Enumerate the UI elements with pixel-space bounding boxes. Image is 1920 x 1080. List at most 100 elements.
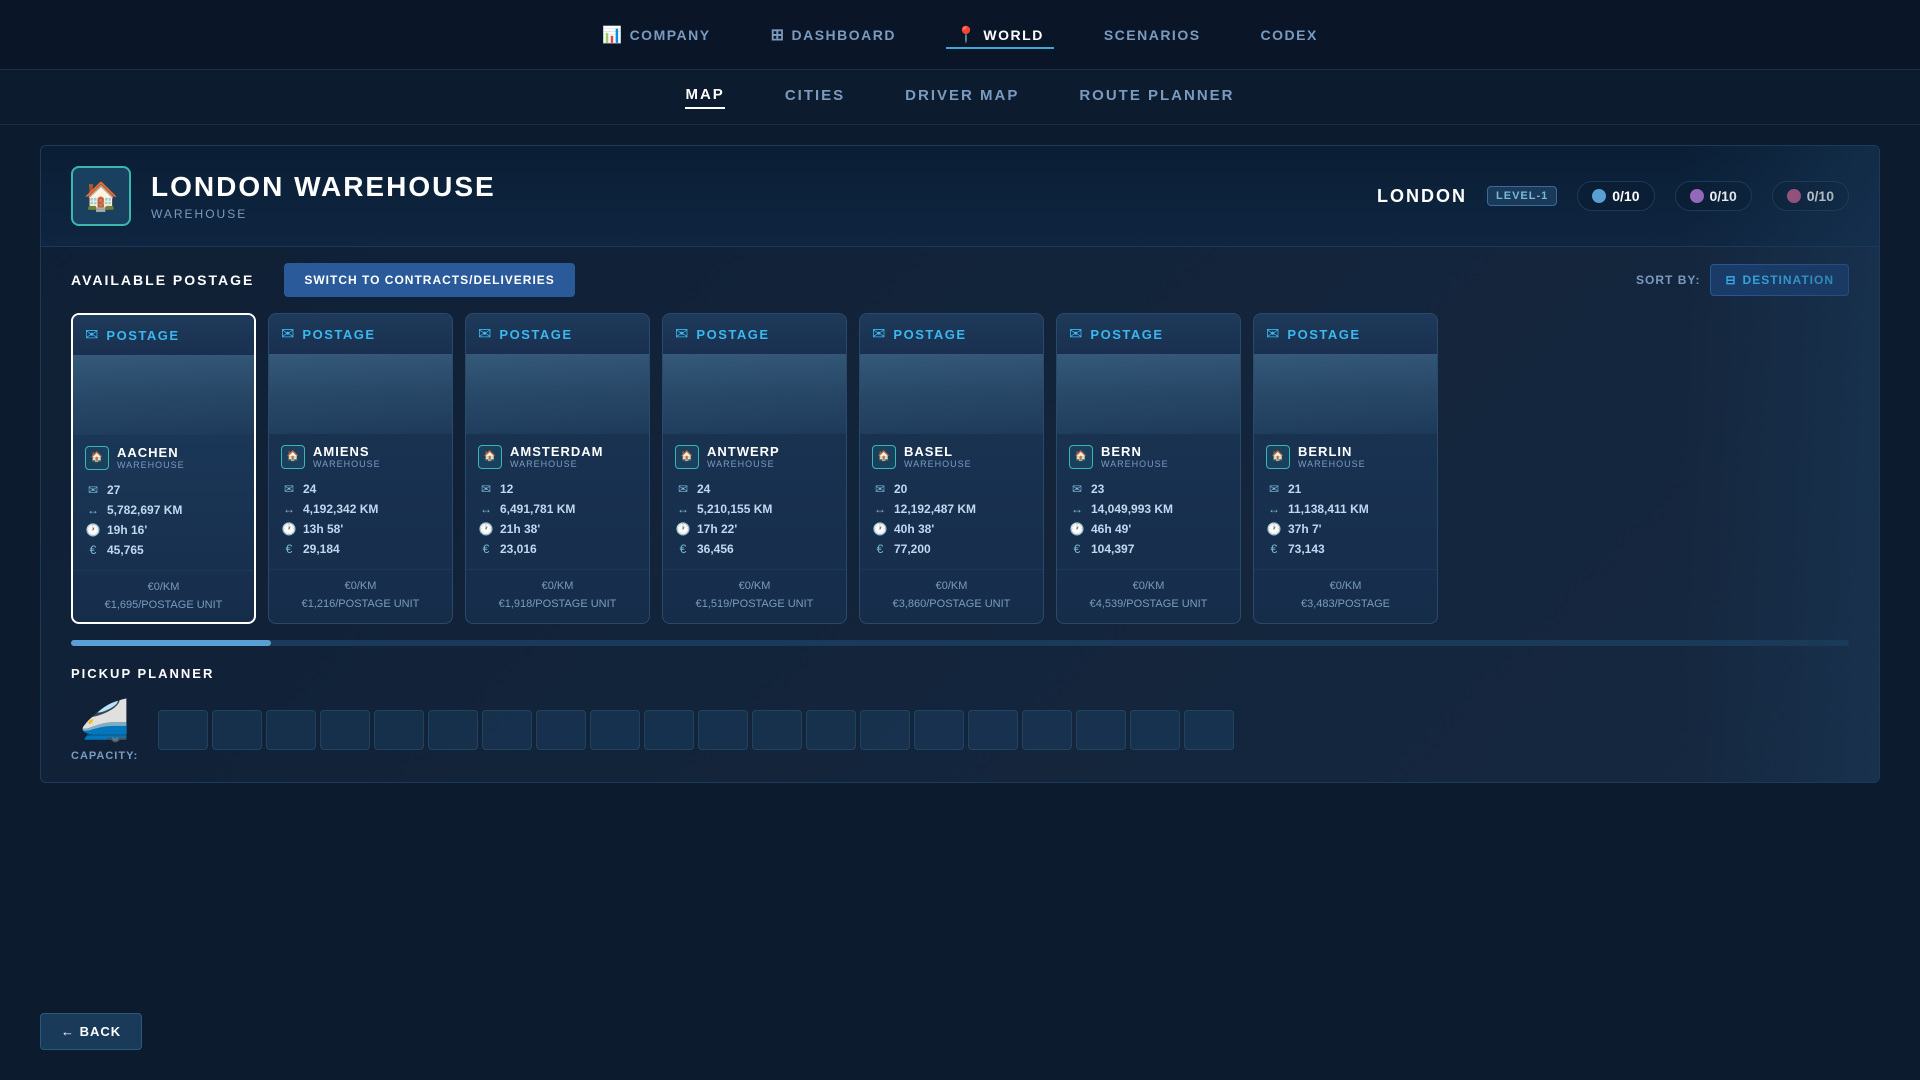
capacity-slot[interactable]: [158, 710, 208, 750]
rate-unit: €1,519/POSTAGE UNIT: [675, 596, 834, 614]
currency-icon: €: [478, 542, 494, 556]
switch-contracts-button[interactable]: SWITCH TO CONTRACTS/DELIVERIES: [284, 263, 574, 297]
card-image-inner: [1254, 354, 1437, 434]
currency-icon: €: [281, 542, 297, 556]
capacity-slot[interactable]: [860, 710, 910, 750]
mail-count: 21: [1288, 482, 1301, 496]
capacity-slot[interactable]: [644, 710, 694, 750]
capacity-slot[interactable]: [698, 710, 748, 750]
rate-km: €0/KM: [675, 578, 834, 596]
distance-value: 6,491,781 KM: [500, 502, 575, 516]
capacity-slot[interactable]: [968, 710, 1018, 750]
capacity-slot[interactable]: [482, 710, 532, 750]
postage-icon: ✉: [281, 324, 294, 344]
blue-dot: [1592, 189, 1606, 203]
mail-count: 23: [1091, 482, 1104, 496]
capacity-slot[interactable]: [1076, 710, 1126, 750]
capacity-slot[interactable]: [752, 710, 802, 750]
nav-codex[interactable]: CODEX: [1251, 23, 1328, 47]
rate-km: €0/KM: [1266, 578, 1425, 596]
card-destination: 🏠 AMSTERDAM WAREHOUSE: [466, 434, 649, 475]
capacity-slot[interactable]: [266, 710, 316, 750]
card-pricing: €0/KM €3,860/POSTAGE UNIT: [860, 569, 1043, 621]
rate-unit: €3,483/POSTAGE: [1266, 596, 1425, 614]
scroll-thumb: [71, 640, 271, 646]
card-image: [1254, 354, 1437, 434]
mail-icon: ✉: [675, 482, 691, 496]
dest-name: BASEL: [904, 444, 972, 459]
time-icon: 🕐: [281, 522, 297, 536]
rate-unit: €3,860/POSTAGE UNIT: [872, 596, 1031, 614]
capacity-slot[interactable]: [1130, 710, 1180, 750]
card-header-title: POSTAGE: [893, 327, 966, 342]
capacity-slot[interactable]: [536, 710, 586, 750]
dest-sub: WAREHOUSE: [904, 459, 972, 469]
stat-row-distance: ↔ 6,491,781 KM: [478, 499, 637, 519]
postage-card[interactable]: ✉ POSTAGE 🏠 BERN WAREHOUSE ✉ 23 ↔ 14,049…: [1056, 313, 1241, 624]
postage-card[interactable]: ✉ POSTAGE 🏠 BERLIN WAREHOUSE ✉ 21 ↔ 11,1…: [1253, 313, 1438, 624]
subnav-driver-map[interactable]: DRIVER MAP: [905, 87, 1019, 108]
rate-unit: €1,695/POSTAGE UNIT: [85, 597, 242, 615]
postage-card[interactable]: ✉ POSTAGE 🏠 AMSTERDAM WAREHOUSE ✉ 12 ↔ 6…: [465, 313, 650, 624]
card-image: [1057, 354, 1240, 434]
postage-icon: ✉: [85, 325, 98, 345]
stat-row-distance: ↔ 5,210,155 KM: [675, 499, 834, 519]
currency-icon: €: [872, 542, 888, 556]
nav-world[interactable]: 📍 WORLD: [946, 21, 1054, 49]
warehouse-header: 🏠 LONDON WAREHOUSE WAREHOUSE LONDON LEVE…: [41, 146, 1879, 247]
capacity-slot[interactable]: [914, 710, 964, 750]
subnav-cities[interactable]: CITIES: [785, 87, 845, 108]
subnav-map[interactable]: MAP: [685, 86, 724, 109]
distance-value: 4,192,342 KM: [303, 502, 378, 516]
back-button[interactable]: ← BACK: [40, 1013, 142, 1050]
stat-row-time: 🕐 37h 7': [1266, 519, 1425, 539]
dest-name: ANTWERP: [707, 444, 780, 459]
time-value: 19h 16': [107, 523, 147, 537]
stat-row-time: 🕐 17h 22': [675, 519, 834, 539]
capacity-slot[interactable]: [374, 710, 424, 750]
dest-icon: 🏠: [872, 445, 896, 469]
capacity-slot[interactable]: [806, 710, 856, 750]
capacity-slot[interactable]: [320, 710, 370, 750]
nav-dashboard[interactable]: ⊞ DASHBOARD: [761, 21, 906, 49]
postage-card[interactable]: ✉ POSTAGE 🏠 ANTWERP WAREHOUSE ✉ 24 ↔ 5,2…: [662, 313, 847, 624]
postage-icon: ✉: [675, 324, 688, 344]
rate-km: €0/KM: [478, 578, 637, 596]
postage-card[interactable]: ✉ POSTAGE 🏠 BASEL WAREHOUSE ✉ 20 ↔ 12,19…: [859, 313, 1044, 624]
stat-row-value: € 29,184: [281, 539, 440, 559]
stat-row-distance: ↔ 12,192,487 KM: [872, 499, 1031, 519]
rate-unit: €4,539/POSTAGE UNIT: [1069, 596, 1228, 614]
capacity-slot[interactable]: [1022, 710, 1072, 750]
card-image: [269, 354, 452, 434]
currency-icon: €: [1266, 542, 1282, 556]
sub-navigation: MAP CITIES DRIVER MAP ROUTE PLANNER: [0, 70, 1920, 125]
capacity-slot[interactable]: [212, 710, 262, 750]
scroll-indicator[interactable]: [71, 640, 1849, 646]
mail-icon: ✉: [281, 482, 297, 496]
capacity-slot[interactable]: [428, 710, 478, 750]
postage-card[interactable]: ✉ POSTAGE 🏠 AMIENS WAREHOUSE ✉ 24 ↔ 4,19…: [268, 313, 453, 624]
stat-row-time: 🕐 40h 38': [872, 519, 1031, 539]
stat-row-mail: ✉ 21: [1266, 479, 1425, 499]
dest-info: ANTWERP WAREHOUSE: [707, 444, 780, 469]
stat-row-mail: ✉ 27: [85, 480, 242, 500]
dest-sub: WAREHOUSE: [313, 459, 381, 469]
card-header-title: POSTAGE: [302, 327, 375, 342]
pickup-content: 🚄 CAPACITY:: [71, 697, 1849, 762]
currency-icon: €: [675, 542, 691, 556]
card-value: 73,143: [1288, 542, 1325, 556]
postage-card[interactable]: ✉ POSTAGE 🏠 AACHEN WAREHOUSE ✉ 27 ↔ 5,78…: [71, 313, 256, 624]
distance-icon: ↔: [675, 502, 691, 516]
capacity-slot[interactable]: [590, 710, 640, 750]
time-icon: 🕐: [1266, 522, 1282, 536]
capacity-slot[interactable]: [1184, 710, 1234, 750]
card-stats: ✉ 21 ↔ 11,138,411 KM 🕐 37h 7' € 73,143: [1254, 475, 1437, 563]
postage-icon: ✉: [478, 324, 491, 344]
distance-value: 12,192,487 KM: [894, 502, 976, 516]
subnav-route-planner[interactable]: ROUTE PLANNER: [1079, 87, 1234, 108]
card-header: ✉ POSTAGE: [73, 315, 254, 355]
stat-row-value: € 45,765: [85, 540, 242, 560]
nav-scenarios[interactable]: SCENARIOS: [1094, 23, 1211, 47]
nav-company[interactable]: 📊 COMPANY: [592, 21, 720, 49]
stat-row-time: 🕐 19h 16': [85, 520, 242, 540]
